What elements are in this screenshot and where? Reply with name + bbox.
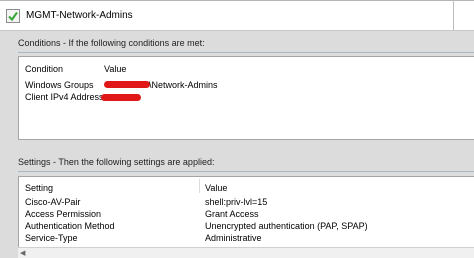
top-divider	[0, 0, 474, 1]
setting-value: shell:priv-lvl=15	[205, 197, 268, 207]
checkmark-policy-icon	[6, 9, 20, 23]
settings-divider	[18, 171, 474, 172]
conditions-col-value[interactable]: Value	[104, 64, 126, 74]
horizontal-scrollbar[interactable]: ◀	[18, 247, 474, 258]
policy-header: MGMT-Network-Admins	[0, 0, 474, 31]
setting-value: Unencrypted authentication (PAP, SPAP)	[205, 221, 368, 231]
setting-name: Cisco-AV-Pair	[25, 197, 81, 207]
conditions-panel: Condition Value Windows Groups \Network-…	[18, 56, 474, 140]
settings-panel: Setting Value Cisco-AV-Pair shell:priv-l…	[18, 176, 474, 249]
setting-value: Administrative	[205, 233, 262, 243]
condition-value: \Network-Admins	[149, 80, 218, 90]
settings-col-setting[interactable]: Setting	[25, 183, 53, 193]
conditions-divider	[18, 52, 474, 53]
policy-name[interactable]: MGMT-Network-Admins	[26, 10, 133, 21]
column-separator[interactable]	[199, 179, 200, 193]
condition-name: Client IPv4 Address	[25, 92, 104, 102]
settings-col-value[interactable]: Value	[205, 183, 227, 193]
setting-name: Service-Type	[25, 233, 78, 243]
condition-name: Windows Groups	[25, 80, 94, 90]
redaction-mark	[101, 94, 141, 101]
conditions-col-condition[interactable]: Condition	[25, 64, 63, 74]
setting-name: Authentication Method	[25, 221, 115, 231]
setting-name: Access Permission	[25, 209, 102, 219]
conditions-title: Conditions - If the following conditions…	[18, 38, 205, 48]
setting-value: Grant Access	[205, 209, 259, 219]
header-divider	[453, 0, 454, 30]
redaction-mark	[104, 81, 150, 88]
scroll-left-arrow-icon[interactable]: ◀	[20, 249, 25, 257]
settings-title: Settings - Then the following settings a…	[18, 157, 215, 167]
